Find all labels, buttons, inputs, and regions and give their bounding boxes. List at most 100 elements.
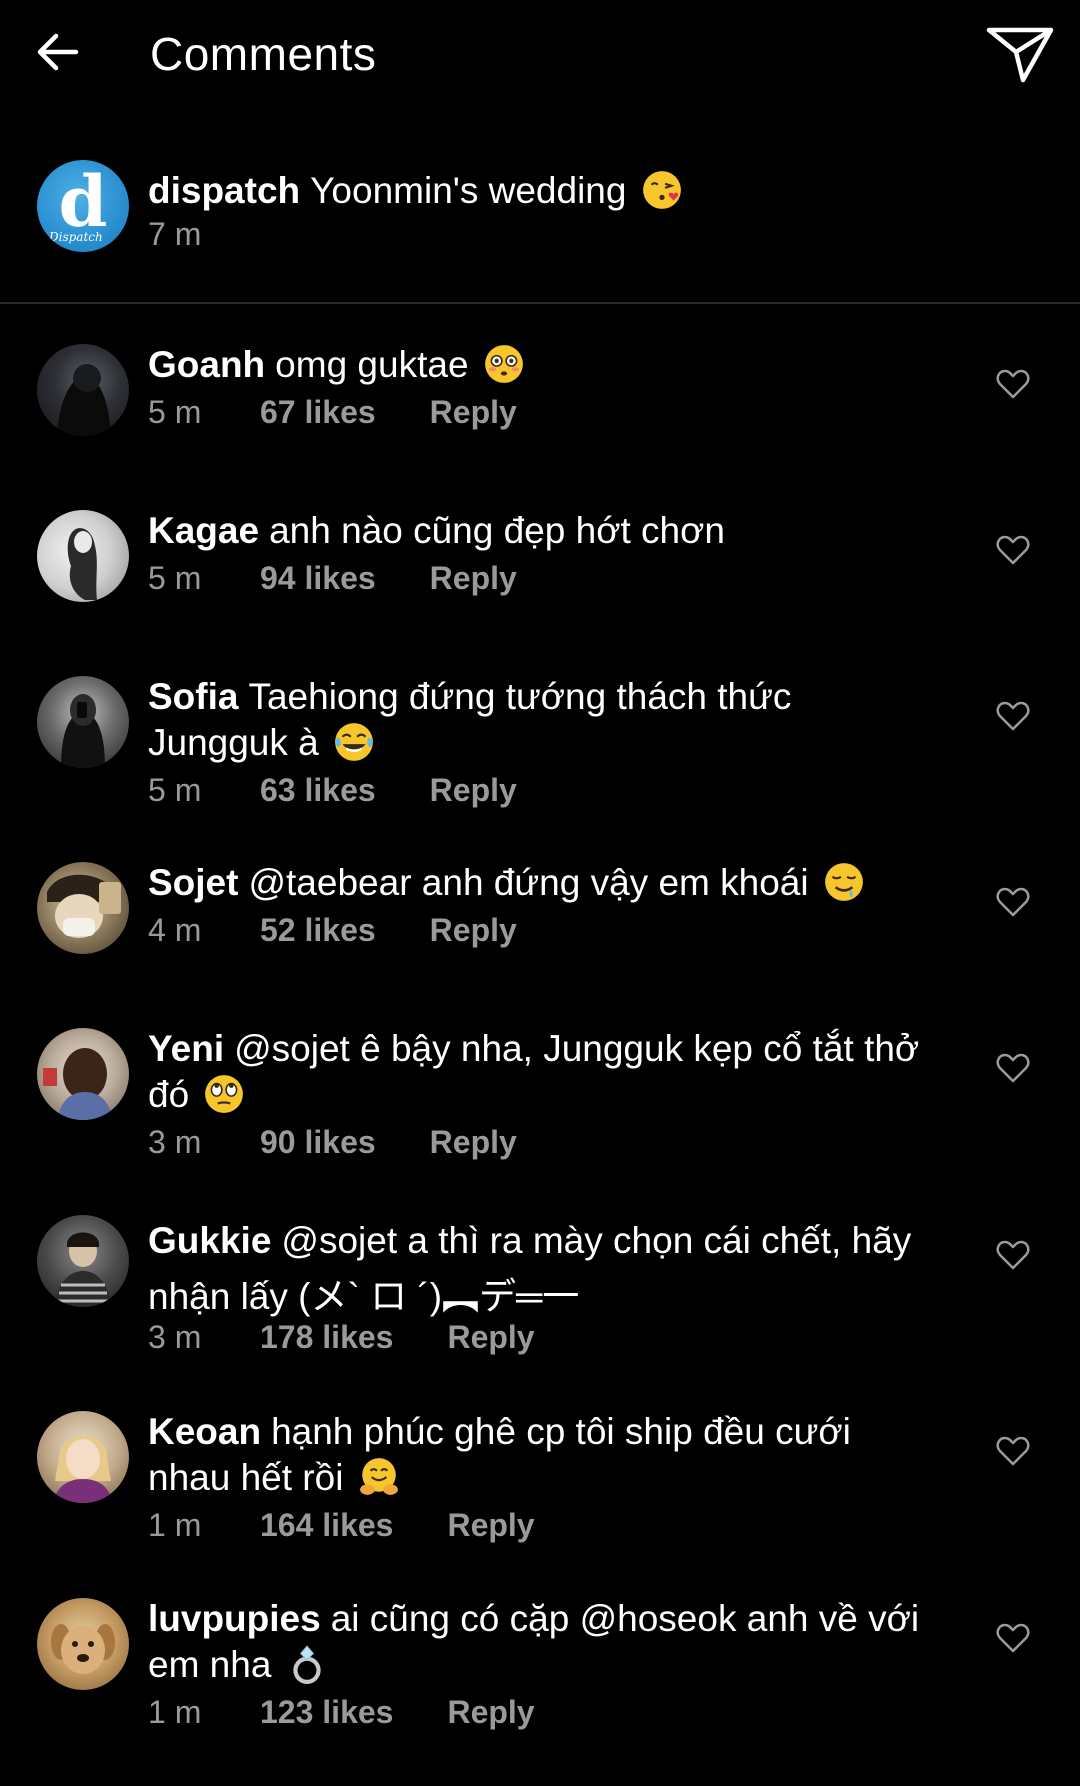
likes-count[interactable]: 52 likes — [260, 908, 376, 952]
avatar[interactable] — [37, 1411, 129, 1503]
avatar-photo — [55, 1232, 111, 1307]
comment-body: Sofia Taehiong đứng tướng thách thức Jung… — [148, 674, 928, 812]
comment-body: Goanh omg guktae 5 m 67 likes Reply — [148, 342, 928, 434]
heart-icon[interactable] — [996, 1622, 1030, 1654]
comment-body: Keoan hạnh phúc ghê cp tôi ship đều cưới … — [148, 1409, 928, 1547]
reply-button[interactable]: Reply — [430, 1120, 517, 1164]
comment-time: 1 m — [148, 1507, 202, 1543]
comment-username[interactable]: Sojet — [148, 862, 238, 903]
comment-meta: 5 m 67 likes Reply — [148, 390, 928, 434]
comment-username[interactable]: Yeni — [148, 1028, 224, 1069]
comment-time: 5 m — [148, 772, 202, 808]
comment-username[interactable]: Gukkie — [148, 1220, 271, 1261]
comment-text: anh nào cũng đẹp hớt chơn — [269, 510, 725, 551]
heart-icon[interactable] — [996, 1052, 1030, 1084]
reply-button[interactable]: Reply — [447, 1503, 534, 1547]
divider — [0, 302, 1080, 304]
comment-username[interactable]: Goanh — [148, 344, 265, 385]
avatar-photo — [57, 364, 111, 436]
reply-button[interactable]: Reply — [430, 390, 517, 434]
heart-icon[interactable] — [996, 534, 1030, 566]
heart-icon[interactable] — [996, 1435, 1030, 1467]
comment-username[interactable]: Sofia — [148, 676, 238, 717]
comment-time: 3 m — [148, 1319, 202, 1355]
heart-icon[interactable] — [996, 886, 1030, 918]
comment-text-line: Goanh omg guktae — [148, 342, 928, 388]
comment-body: Kagae anh nào cũng đẹp hớt chơn 5 m 94 li… — [148, 508, 928, 600]
paper-plane-icon — [986, 27, 1054, 83]
likes-count[interactable]: 123 likes — [260, 1690, 393, 1734]
caption-time: 7 m — [148, 216, 202, 252]
caption-username[interactable]: dispatch — [148, 170, 300, 211]
dispatch-logo-text: Dispatch — [49, 230, 103, 244]
comment-text-line: luvpupies ai cũng có cặp @hoseok anh về v… — [148, 1596, 928, 1688]
comment-text-line: Gukkie @sojet a thì ra mày chọn cái chết,… — [148, 1213, 928, 1325]
comment-text-line: Sofia Taehiong đứng tướng thách thức Jung… — [148, 674, 928, 766]
avatar[interactable] — [37, 862, 129, 954]
hugging-face-icon — [359, 1458, 398, 1495]
avatar[interactable] — [37, 676, 129, 768]
comment-text: @sojet ê bậy nha, Jungguk kẹp cổ tắt thở… — [148, 1028, 920, 1115]
ring-icon — [293, 1645, 321, 1684]
comment-meta: 5 m 63 likes Reply — [148, 768, 928, 812]
likes-count[interactable]: 164 likes — [260, 1503, 393, 1547]
reply-button[interactable]: Reply — [430, 768, 517, 812]
comment-text-line: Kagae anh nào cũng đẹp hớt chơn — [148, 508, 928, 554]
comment-time: 5 m — [148, 560, 202, 596]
caption-body: dispatch Yoonmin's wedding 7 m — [148, 168, 1020, 253]
page-title: Comments — [150, 28, 377, 80]
comment-meta: 1 m 123 likes Reply — [148, 1690, 928, 1734]
comment-text-line: Sojet @taebear anh đứng vậy em khoái — [148, 860, 928, 906]
avatar[interactable]: d Dispatch — [37, 160, 129, 252]
eye-roll-face-icon — [205, 1075, 244, 1113]
reply-button[interactable]: Reply — [447, 1690, 534, 1734]
comment-text: @taebear anh đứng vậy em khoái — [248, 862, 809, 903]
comment-text: Taehiong đứng tướng thách thức Jungguk à — [148, 676, 792, 763]
avatar-photo — [61, 694, 105, 768]
avatar-photo — [51, 1624, 115, 1674]
comment-username[interactable]: Keoan — [148, 1411, 261, 1452]
avatar-photo — [47, 874, 121, 938]
avatar[interactable] — [37, 1215, 129, 1307]
heart-icon[interactable] — [996, 700, 1030, 732]
comment-body: Gukkie @sojet a thì ra mày chọn cái chết,… — [148, 1213, 928, 1359]
likes-count[interactable]: 63 likes — [260, 768, 376, 812]
likes-count[interactable]: 67 likes — [260, 390, 376, 434]
avatar[interactable] — [37, 510, 129, 602]
comment-time: 5 m — [148, 394, 202, 430]
comment-time: 1 m — [148, 1694, 202, 1730]
caption-text: Yoonmin's wedding — [310, 170, 627, 211]
reply-button[interactable]: Reply — [430, 556, 517, 600]
reply-button[interactable]: Reply — [447, 1315, 534, 1359]
likes-count[interactable]: 90 likes — [260, 1120, 376, 1164]
comment-time: 3 m — [148, 1124, 202, 1160]
comment-meta: 3 m 90 likes Reply — [148, 1120, 928, 1164]
comment-username[interactable]: luvpupies — [148, 1598, 321, 1639]
avatar-photo — [53, 1436, 113, 1503]
caption-text-line: dispatch Yoonmin's wedding — [148, 168, 1020, 214]
comment-body: luvpupies ai cũng có cặp @hoseok anh về v… — [148, 1596, 928, 1734]
avatar[interactable] — [37, 1028, 129, 1120]
comment-username[interactable]: Kagae — [148, 510, 259, 551]
comment-meta: 4 m 52 likes Reply — [148, 908, 928, 952]
back-button[interactable] — [30, 24, 86, 80]
reply-button[interactable]: Reply — [430, 908, 517, 952]
comment-body: Yeni @sojet ê bậy nha, Jungguk kẹp cổ tắt… — [148, 1026, 928, 1164]
avatar[interactable] — [37, 344, 129, 436]
likes-count[interactable]: 178 likes — [260, 1315, 393, 1359]
drooling-face-icon — [824, 863, 863, 901]
comment-text: omg guktae — [275, 344, 469, 385]
share-button[interactable] — [980, 18, 1060, 90]
face-blowing-kiss-icon — [642, 171, 681, 209]
comment-text-line: Yeni @sojet ê bậy nha, Jungguk kẹp cổ tắt… — [148, 1026, 928, 1118]
avatar[interactable] — [37, 1598, 129, 1690]
heart-icon[interactable] — [996, 368, 1030, 400]
likes-count[interactable]: 94 likes — [260, 556, 376, 600]
avatar-photo — [43, 1048, 113, 1120]
comment-text-line: Keoan hạnh phúc ghê cp tôi ship đều cưới … — [148, 1409, 928, 1501]
comment-time: 4 m — [148, 912, 202, 948]
top-bar: Comments — [0, 0, 1080, 110]
arrow-left-icon — [37, 33, 79, 71]
heart-icon[interactable] — [996, 1239, 1030, 1271]
avatar-photo — [67, 528, 97, 600]
